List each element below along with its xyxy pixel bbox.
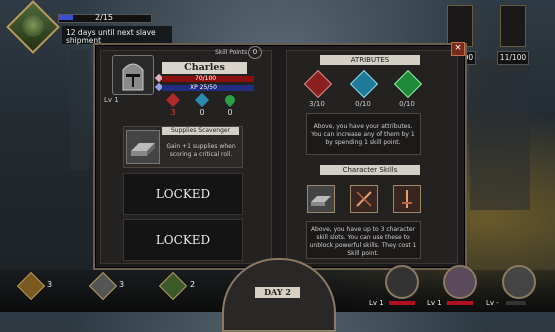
- resource-icon-2[interactable]: [500, 5, 526, 47]
- background-tower-right: [470, 60, 530, 210]
- background-tower-left: [70, 50, 90, 170]
- party-member-locked-avatar[interactable]: [502, 265, 536, 299]
- party-hp-bar-3: [506, 301, 526, 305]
- trait-description: Gain +1 supplies when scoring a critical…: [166, 143, 236, 158]
- bottom-count-2: 3: [119, 280, 125, 289]
- party-level-1: Lv 1: [369, 299, 384, 307]
- party-member-woman-avatar[interactable]: [443, 265, 477, 299]
- strength-value: 3: [170, 108, 176, 117]
- close-button[interactable]: ×: [451, 42, 465, 56]
- attributes-title: ATRIBUTES: [320, 55, 420, 65]
- skills-title: Character Skills: [320, 165, 420, 175]
- attribute-agility-value: 0/10: [355, 100, 371, 108]
- skill-slot-ingot-icon[interactable]: [307, 185, 335, 213]
- trait-title: Supplies Scavenger: [162, 127, 239, 135]
- vitality-value: 0: [227, 108, 233, 117]
- leader-face-icon: [22, 15, 44, 37]
- supply-ingot-icon: [126, 130, 160, 164]
- character-level: Lv 1: [104, 96, 119, 104]
- skill-slot-sword-icon[interactable]: [350, 185, 378, 213]
- skill-points-value: 0: [248, 46, 262, 59]
- resource-icon-1[interactable]: [447, 5, 473, 47]
- character-name: Charles: [162, 62, 247, 74]
- attribute-vitality-value: 0/10: [399, 100, 415, 108]
- bottom-count-3: 2: [190, 280, 196, 289]
- attributes-description: Above, you have your attributes. You can…: [311, 123, 415, 146]
- knight-helmet-icon: [112, 55, 154, 95]
- locked-slot-1[interactable]: LOCKED: [123, 173, 243, 215]
- party-member-knight-avatar[interactable]: [385, 265, 419, 299]
- attribute-strength-value: 3/10: [309, 100, 325, 108]
- resource-value-2: 11/100: [497, 51, 529, 65]
- agility-value: 0: [199, 108, 205, 117]
- locked-slot-2[interactable]: LOCKED: [123, 219, 243, 261]
- skill-points-label: Skill Points: [215, 49, 248, 56]
- party-hp-bar-2: [447, 301, 473, 305]
- party-hp-bar-1: [389, 301, 415, 305]
- party-level-2: Lv 1: [427, 299, 442, 307]
- progress-fill: [59, 15, 73, 20]
- bottom-count-1: 3: [47, 280, 53, 289]
- progress-text: 2/15: [95, 13, 113, 22]
- skills-description: Above, you have up to 3 character skill …: [309, 226, 417, 257]
- party-level-3: Lv -: [486, 299, 499, 307]
- hp-text: 70/100: [195, 75, 217, 82]
- day-label: DAY 2: [255, 287, 300, 298]
- xp-text: XP 25/50: [190, 84, 217, 91]
- skill-slot-blade-icon[interactable]: [393, 185, 421, 213]
